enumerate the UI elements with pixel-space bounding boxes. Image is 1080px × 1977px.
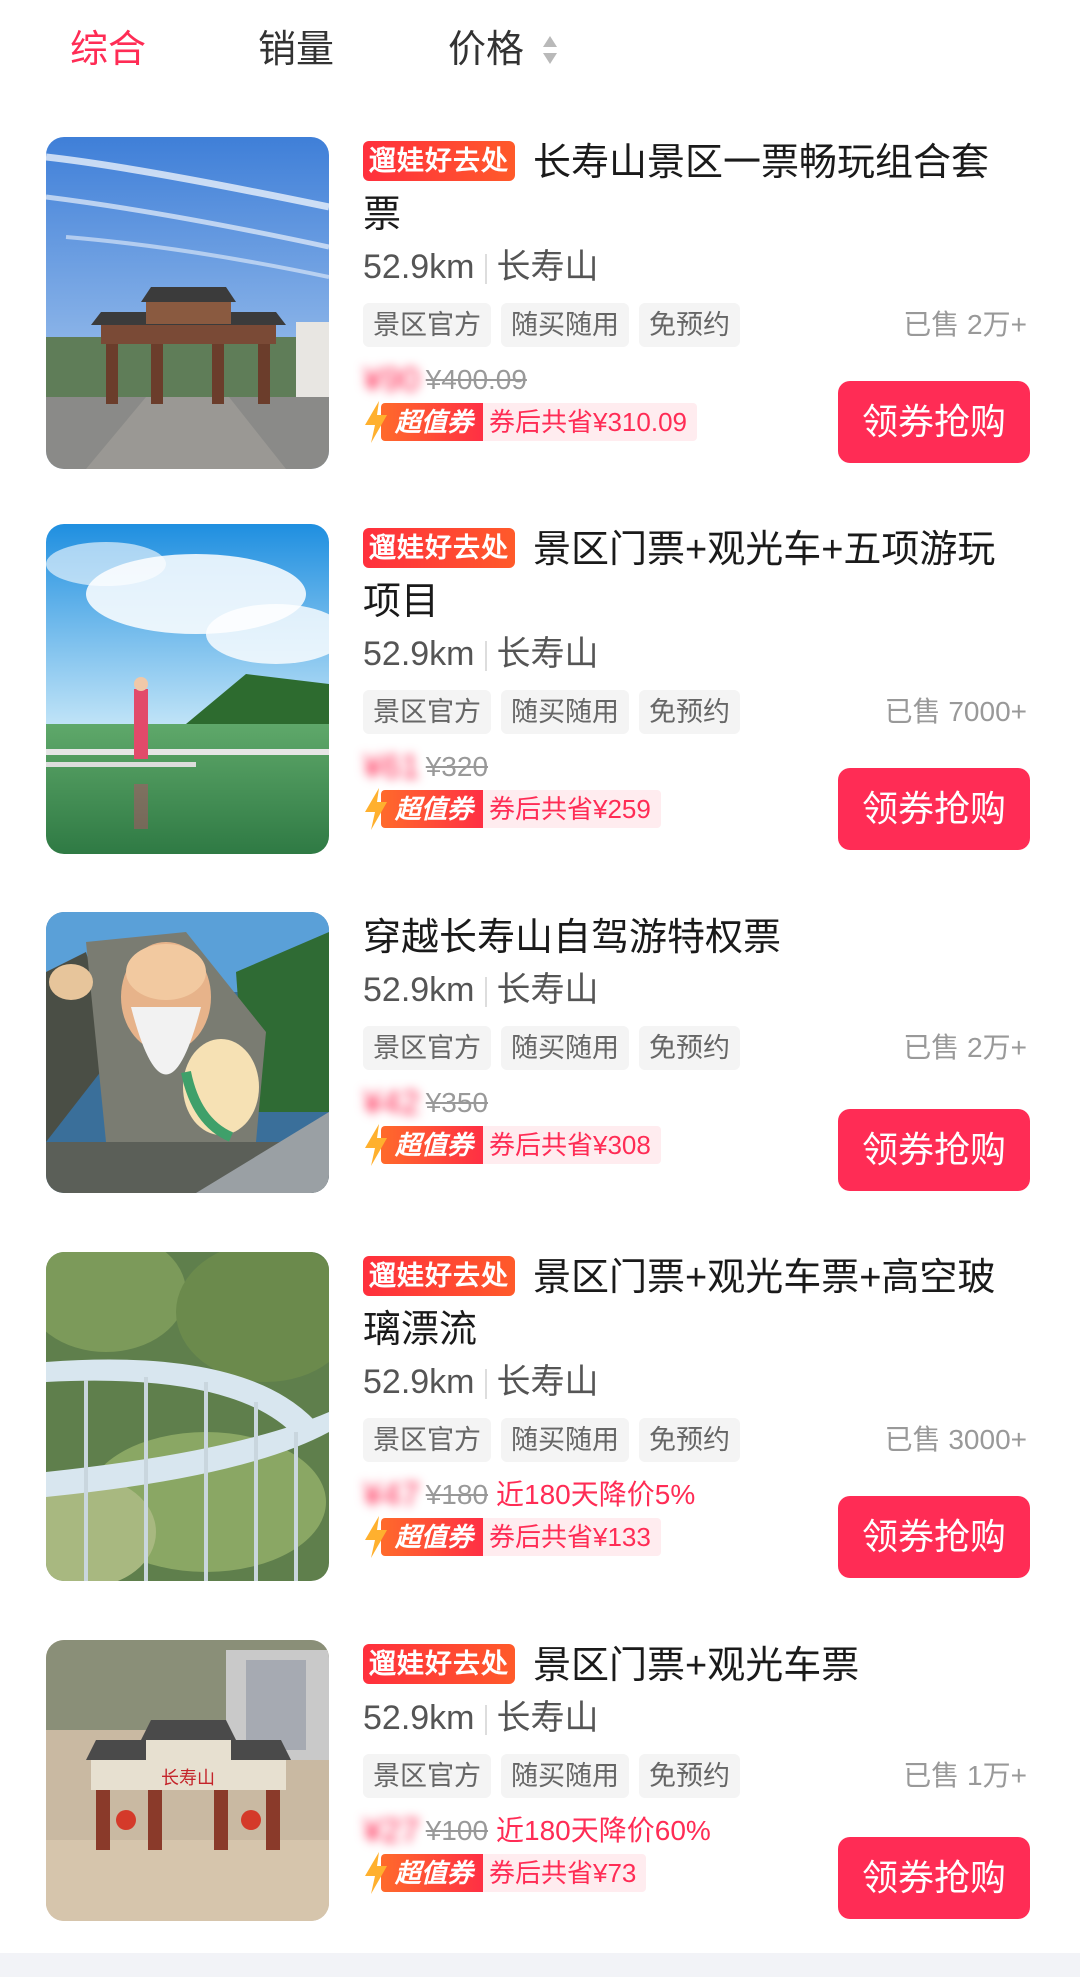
coupon-label: 超值券 bbox=[381, 403, 484, 441]
location-line: 52.9km 长寿山 bbox=[363, 1360, 1043, 1404]
price-drop-note: 近180天降价5% bbox=[496, 1479, 696, 1510]
sold-count: 已售 1万+ bbox=[903, 1760, 1027, 1791]
longevity-sculpture-image bbox=[46, 912, 329, 1193]
product-title[interactable]: 遛娃好去处 景区门票+观光车票+高空玻璃漂流 bbox=[363, 1252, 1023, 1356]
original-price: ¥320 bbox=[425, 751, 489, 782]
lightning-icon bbox=[365, 788, 387, 830]
glass-slide-image bbox=[46, 1252, 329, 1581]
claim-coupon-buy-button[interactable]: 领券抢购 bbox=[838, 1109, 1030, 1191]
tag-anytime: 随买随用 bbox=[501, 1418, 629, 1462]
product-title[interactable]: 穿越长寿山自驾游特权票 bbox=[363, 912, 1023, 964]
product-thumbnail[interactable] bbox=[46, 1252, 329, 1581]
distance: 52.9km bbox=[363, 971, 475, 1009]
product-thumbnail[interactable] bbox=[46, 524, 329, 854]
sold-count: 已售 7000+ bbox=[884, 696, 1027, 727]
claim-coupon-buy-button[interactable]: 领券抢购 bbox=[838, 1837, 1030, 1919]
tag-official: 景区官方 bbox=[363, 303, 491, 347]
gate-sign-text: 长寿山 bbox=[161, 1768, 215, 1789]
area-name: 长寿山 bbox=[496, 248, 599, 286]
kid-friendly-badge: 遛娃好去处 bbox=[363, 1643, 515, 1684]
product-title[interactable]: 遛娃好去处 景区门票+观光车+五项游玩项目 bbox=[363, 524, 1023, 628]
sort-toggle-icon[interactable] bbox=[543, 36, 559, 68]
bottom-divider bbox=[0, 1953, 1080, 1977]
distance: 52.9km bbox=[363, 248, 475, 286]
sort-comprehensive[interactable]: 综合 bbox=[70, 24, 146, 76]
lake-statue-image bbox=[46, 524, 329, 854]
tag-no-reservation: 免预约 bbox=[639, 1026, 740, 1070]
tag-official: 景区官方 bbox=[363, 1026, 491, 1070]
tag-row: 景区官方 随买随用 免预约 已售 2万+ bbox=[363, 1026, 1043, 1070]
original-price: ¥350 bbox=[425, 1087, 489, 1118]
product-thumbnail[interactable] bbox=[46, 137, 329, 469]
sold-count: 已售 3000+ bbox=[884, 1424, 1027, 1455]
coupon-label: 超值券 bbox=[381, 1854, 484, 1892]
tag-row: 景区官方 随买随用 免预约 已售 3000+ bbox=[363, 1418, 1043, 1462]
current-price: ¥61 bbox=[363, 748, 420, 786]
location-line: 52.9km 长寿山 bbox=[363, 1696, 1043, 1740]
sort-price[interactable]: 价格 bbox=[448, 24, 524, 76]
tag-anytime: 随买随用 bbox=[501, 1754, 629, 1798]
coupon-saving: 券后共省¥308 bbox=[479, 1126, 661, 1164]
lightning-icon bbox=[365, 1124, 387, 1166]
area-name: 长寿山 bbox=[496, 971, 599, 1009]
tag-row: 景区官方 随买随用 免预约 已售 1万+ bbox=[363, 1754, 1043, 1798]
coupon-label: 超值券 bbox=[381, 790, 484, 828]
current-price: ¥90 bbox=[363, 361, 420, 399]
product-title[interactable]: 遛娃好去处 景区门票+观光车票 bbox=[363, 1640, 1023, 1692]
coupon-saving: 券后共省¥259 bbox=[479, 790, 661, 828]
tag-no-reservation: 免预约 bbox=[639, 690, 740, 734]
lightning-icon bbox=[365, 401, 387, 443]
location-line: 52.9km 长寿山 bbox=[363, 245, 1043, 289]
tag-anytime: 随买随用 bbox=[501, 1026, 629, 1070]
current-price: ¥27 bbox=[363, 1812, 420, 1850]
price-drop-note: 近180天降价60% bbox=[496, 1815, 711, 1846]
tag-official: 景区官方 bbox=[363, 1754, 491, 1798]
area-name: 长寿山 bbox=[496, 1699, 599, 1737]
area-name: 长寿山 bbox=[496, 1363, 599, 1401]
tag-anytime: 随买随用 bbox=[501, 303, 629, 347]
kid-friendly-badge: 遛娃好去处 bbox=[363, 527, 515, 568]
distance: 52.9km bbox=[363, 1363, 475, 1401]
tag-anytime: 随买随用 bbox=[501, 690, 629, 734]
location-line: 52.9km 长寿山 bbox=[363, 968, 1043, 1012]
tag-no-reservation: 免预约 bbox=[639, 303, 740, 347]
coupon-label: 超值券 bbox=[381, 1126, 484, 1164]
area-name: 长寿山 bbox=[496, 635, 599, 673]
claim-coupon-buy-button[interactable]: 领券抢购 bbox=[838, 381, 1030, 463]
kid-friendly-badge: 遛娃好去处 bbox=[363, 140, 515, 181]
tag-official: 景区官方 bbox=[363, 690, 491, 734]
location-line: 52.9km 长寿山 bbox=[363, 632, 1043, 676]
product-thumbnail[interactable]: 长寿山 bbox=[46, 1640, 329, 1921]
coupon-label: 超值券 bbox=[381, 1518, 484, 1556]
kid-friendly-badge: 遛娃好去处 bbox=[363, 1255, 515, 1296]
arch-gate-image bbox=[46, 137, 329, 469]
lightning-icon bbox=[365, 1852, 387, 1894]
tag-row: 景区官方 随买随用 免预约 已售 7000+ bbox=[363, 690, 1043, 734]
lightning-icon bbox=[365, 1516, 387, 1558]
original-price: ¥400.09 bbox=[425, 364, 527, 395]
aerial-gate-image: 长寿山 bbox=[46, 1640, 329, 1921]
tag-no-reservation: 免预约 bbox=[639, 1418, 740, 1462]
coupon-saving: 券后共省¥310.09 bbox=[479, 403, 697, 441]
claim-coupon-buy-button[interactable]: 领券抢购 bbox=[838, 768, 1030, 850]
original-price: ¥100 bbox=[425, 1815, 489, 1846]
coupon-saving: 券后共省¥73 bbox=[479, 1854, 647, 1892]
current-price: ¥42 bbox=[363, 1084, 420, 1122]
coupon-saving: 券后共省¥133 bbox=[479, 1518, 661, 1556]
original-price: ¥180 bbox=[425, 1479, 489, 1510]
current-price: ¥47 bbox=[363, 1476, 420, 1514]
sold-count: 已售 2万+ bbox=[903, 1032, 1027, 1063]
product-title[interactable]: 遛娃好去处 长寿山景区一票畅玩组合套票 bbox=[363, 137, 1023, 241]
tag-official: 景区官方 bbox=[363, 1418, 491, 1462]
sort-sales[interactable]: 销量 bbox=[258, 24, 334, 76]
sort-bar: 综合 销量 价格 bbox=[0, 0, 1080, 100]
claim-coupon-buy-button[interactable]: 领券抢购 bbox=[838, 1496, 1030, 1578]
tag-no-reservation: 免预约 bbox=[639, 1754, 740, 1798]
product-thumbnail[interactable] bbox=[46, 912, 329, 1193]
tag-row: 景区官方 随买随用 免预约 已售 2万+ bbox=[363, 303, 1043, 347]
distance: 52.9km bbox=[363, 635, 475, 673]
distance: 52.9km bbox=[363, 1699, 475, 1737]
sold-count: 已售 2万+ bbox=[903, 309, 1027, 340]
